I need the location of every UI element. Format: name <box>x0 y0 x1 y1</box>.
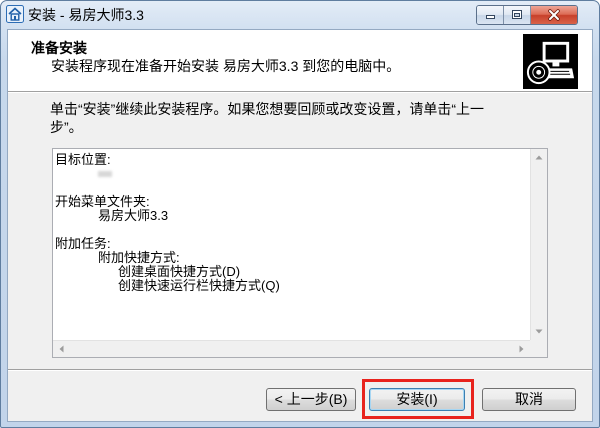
memo-task-group: 附加快捷方式: <box>98 250 180 265</box>
footer-divider <box>8 369 592 371</box>
installer-window: 安装 - 易房大师3.3 准备安装 安装程序现在准备开始安装 易房大师3.3 到… <box>0 0 600 428</box>
app-icon[interactable] <box>6 5 24 23</box>
memo-heading-tasks: 附加任务: <box>55 236 111 251</box>
horizontal-scrollbar[interactable] <box>53 340 530 357</box>
header-divider <box>8 91 592 93</box>
minimize-icon <box>485 10 496 20</box>
page-subtitle: 安装程序现在准备开始安装 易房大师3.3 到您的电脑中。 <box>51 58 401 74</box>
window-controls <box>476 5 578 25</box>
arrow-up-icon <box>535 154 543 161</box>
setup-computer-icon <box>523 34 578 89</box>
arrow-down-icon <box>535 328 543 335</box>
ready-memo[interactable]: 目标位置: 开始菜单文件夹: 易房大师3.3 附加任务: 附加快捷方式: 创建桌… <box>52 148 548 358</box>
memo-heading-destination: 目标位置: <box>55 152 111 167</box>
instruction-text: 单击“安装”继续此安装程序。如果您想要回顾或改变设置，请单击“上一 步”。 <box>50 100 484 136</box>
memo-task-item: 创建桌面快捷方式(D) <box>118 264 241 279</box>
maximize-button[interactable] <box>504 6 531 24</box>
title-bar[interactable]: 安装 - 易房大师3.3 <box>1 1 599 29</box>
close-button[interactable] <box>531 6 577 24</box>
cancel-button[interactable]: 取消 <box>482 388 576 411</box>
memo-destination-path <box>55 167 280 181</box>
page-title: 准备安装 <box>31 40 87 56</box>
memo-blank-line <box>55 223 280 237</box>
scroll-right-button[interactable] <box>513 340 530 357</box>
instruction-line: 步”。 <box>50 119 83 135</box>
window-title: 安装 - 易房大师3.3 <box>28 7 144 23</box>
minimize-button[interactable] <box>477 6 504 24</box>
install-button[interactable]: 安装(I) <box>369 388 465 411</box>
scroll-up-button[interactable] <box>530 149 547 166</box>
arrow-left-icon <box>58 345 65 353</box>
arrow-right-icon <box>518 345 525 353</box>
vertical-scrollbar[interactable] <box>530 149 547 340</box>
scrollbar-corner <box>530 340 547 357</box>
wizard-page: 准备安装 安装程序现在准备开始安装 易房大师3.3 到您的电脑中。 单击“安装”… <box>8 30 592 421</box>
obscured-path <box>98 171 112 177</box>
scroll-down-button[interactable] <box>530 323 547 340</box>
close-icon <box>547 9 561 21</box>
memo-heading-start-menu: 开始菜单文件夹: <box>55 194 150 209</box>
scroll-left-button[interactable] <box>53 340 70 357</box>
instruction-line: 单击“安装”继续此安装程序。如果您想要回顾或改变设置，请单击“上一 <box>50 101 484 117</box>
maximize-icon <box>511 10 523 20</box>
memo-content: 目标位置: 开始菜单文件夹: 易房大师3.3 附加任务: 附加快捷方式: 创建桌… <box>55 153 280 293</box>
memo-task-item: 创建快速运行栏快捷方式(Q) <box>118 278 280 293</box>
back-button[interactable]: < 上一步(B) <box>266 388 356 411</box>
wizard-header: 准备安装 安装程序现在准备开始安装 易房大师3.3 到您的电脑中。 <box>8 30 592 91</box>
memo-blank-line <box>55 181 280 195</box>
memo-start-menu-folder: 易房大师3.3 <box>98 208 169 223</box>
